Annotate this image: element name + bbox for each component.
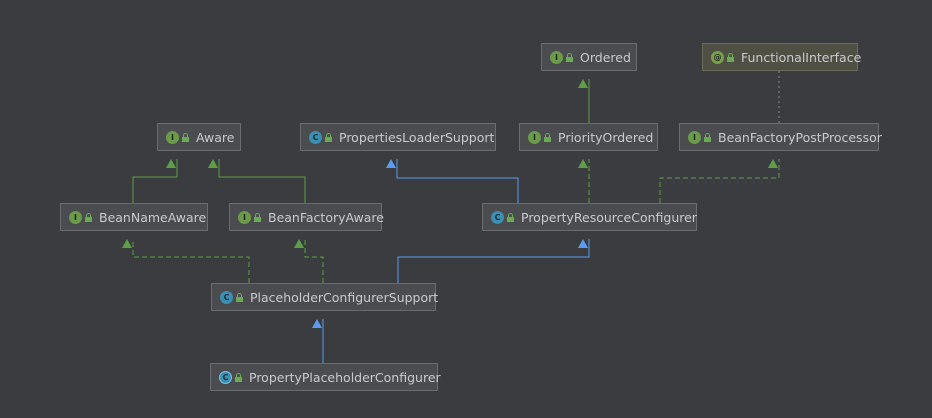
node-label: BeanFactoryPostProcessor <box>718 129 882 145</box>
lock-icon <box>182 132 189 142</box>
node-property-placeholder-configurer[interactable]: C PropertyPlaceholderConfigurer <box>210 363 441 391</box>
interface-icon: I <box>69 210 82 224</box>
edge-prc-to-properties-loader-support <box>386 159 519 203</box>
lock-icon <box>325 132 332 142</box>
node-priority-ordered[interactable]: I PriorityOrdered <box>519 123 658 151</box>
abstract-class-icon: C <box>491 210 504 224</box>
interface-icon: I <box>688 130 701 144</box>
node-label: PropertyPlaceholderConfigurer <box>249 369 441 385</box>
node-placeholder-configurer-support[interactable]: C PlaceholderConfigurerSupport <box>211 283 439 311</box>
node-property-resource-configurer[interactable]: C PropertyResourceConfigurer <box>482 203 697 231</box>
interface-icon: I <box>166 130 179 144</box>
class-icon: C <box>219 370 232 384</box>
lock-icon <box>236 292 243 302</box>
node-label: BeanNameAware <box>99 209 207 225</box>
node-ordered[interactable]: I Ordered <box>541 43 637 71</box>
lock-icon <box>544 132 551 142</box>
abstract-class-icon: C <box>309 130 322 144</box>
node-label: PropertiesLoaderSupport <box>339 129 495 145</box>
lock-icon <box>235 372 242 382</box>
lock-icon <box>566 52 573 62</box>
node-label: BeanFactoryAware <box>268 209 384 225</box>
lock-icon <box>85 212 92 222</box>
edge-pcs-to-bean-factory-aware <box>294 239 324 283</box>
class-hierarchy-diagram: I Ordered @ FunctionalInterface I Aware … <box>0 0 932 418</box>
abstract-class-icon: C <box>220 290 233 304</box>
lock-icon <box>507 212 514 222</box>
interface-icon: I <box>550 50 563 64</box>
node-functional-interface[interactable]: @ FunctionalInterface <box>702 43 862 71</box>
edge-pcs-to-bean-name-aware <box>122 239 250 283</box>
interface-icon: I <box>238 210 251 224</box>
interface-icon: I <box>528 130 541 144</box>
edge-pcs-to-prc <box>397 239 590 283</box>
node-properties-loader-support[interactable]: C PropertiesLoaderSupport <box>300 123 496 151</box>
node-label: PropertyResourceConfigurer <box>521 209 697 225</box>
edge-prc-to-bfpp <box>659 159 780 203</box>
node-label: Ordered <box>580 49 631 65</box>
lock-icon <box>254 212 261 222</box>
node-bean-factory-aware[interactable]: I BeanFactoryAware <box>229 203 384 231</box>
node-label: PriorityOrdered <box>558 129 654 145</box>
node-bean-name-aware[interactable]: I BeanNameAware <box>60 203 208 231</box>
edge-bean-name-aware-to-aware <box>132 159 178 203</box>
node-aware[interactable]: I Aware <box>157 123 241 151</box>
annotation-icon: @ <box>711 50 724 64</box>
lock-icon <box>727 52 734 62</box>
lock-icon <box>704 132 711 142</box>
node-label: FunctionalInterface <box>741 49 862 65</box>
edge-bean-factory-aware-to-aware <box>208 159 306 203</box>
node-label: Aware <box>196 129 235 145</box>
node-bean-factory-post-processor[interactable]: I BeanFactoryPostProcessor <box>679 123 882 151</box>
node-label: PlaceholderConfigurerSupport <box>250 289 439 305</box>
